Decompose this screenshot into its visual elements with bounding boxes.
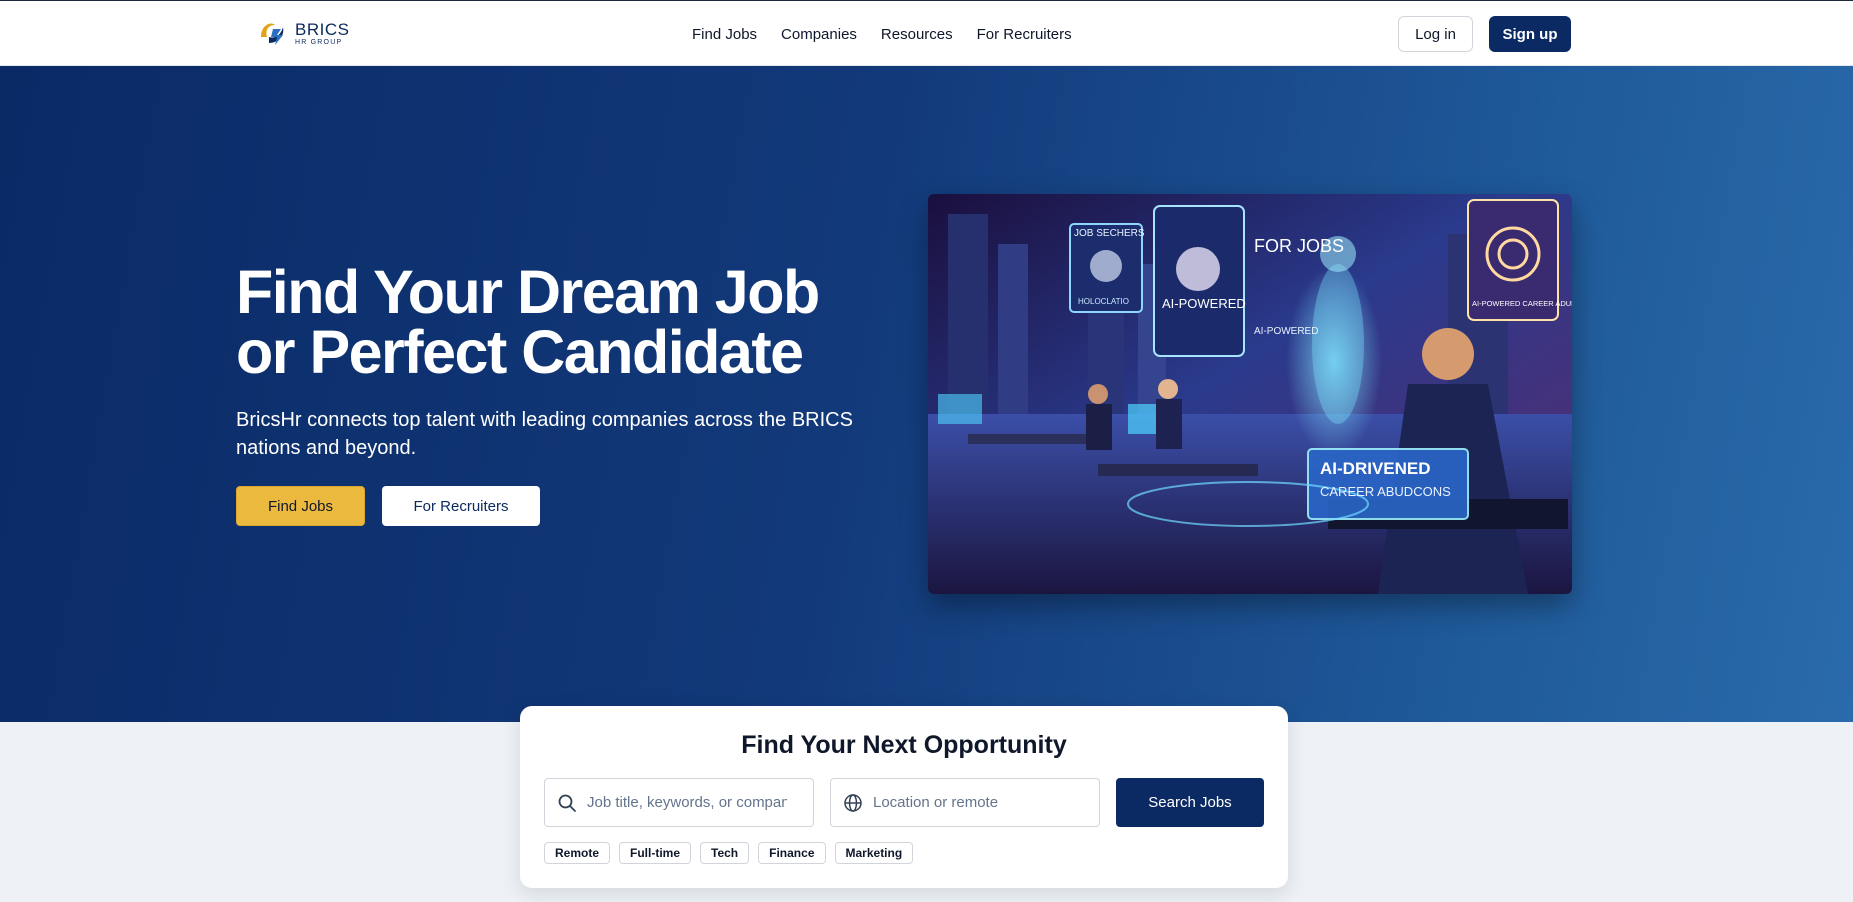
search-card: Find Your Next Opportunity Search Jobs R… [520, 706, 1288, 888]
tag-tech[interactable]: Tech [700, 842, 750, 864]
nav-for-recruiters[interactable]: For Recruiters [977, 26, 1072, 43]
nav-companies[interactable]: Companies [781, 26, 857, 43]
hero-find-jobs-button[interactable]: Find Jobs [236, 486, 365, 526]
nav-find-jobs[interactable]: Find Jobs [692, 26, 757, 43]
search-jobs-button[interactable]: Search Jobs [1116, 778, 1264, 827]
hero-title: Find Your Dream Job or Perfect Candidate [236, 262, 856, 383]
signup-button[interactable]: Sign up [1489, 16, 1571, 52]
search-icon [557, 793, 577, 813]
keyword-input[interactable] [587, 794, 787, 811]
location-field[interactable] [830, 778, 1100, 827]
img-text-career-sub: CAREER ABUDCONS [1320, 484, 1451, 499]
filter-tags: Remote Full-time Tech Finance Marketing [544, 842, 914, 864]
img-text-ai-powered: AI-POWERED [1162, 296, 1246, 311]
main-nav: Find Jobs Companies Resources For Recrui… [692, 1, 1072, 67]
img-text-ai-driven: AI-DRIVENED [1320, 459, 1431, 478]
hero-illustration: JOB SECHERS HOLOCLATIO AI-POWERED FOR JO… [928, 194, 1572, 594]
hero-title-line1: Find Your Dream Job [236, 258, 820, 326]
hero-subtitle: BricsHr connects top talent with leading… [236, 409, 853, 459]
img-text-for-jobs: FOR JOBS [1254, 236, 1344, 256]
hero-section: Find Your Dream Job or Perfect Candidate… [0, 66, 1853, 722]
img-text-ai-powered-small: AI-POWERED [1254, 326, 1318, 337]
search-title: Find Your Next Opportunity [741, 731, 1067, 759]
site-header: BRICS HR GROUP Find Jobs Companies Resou… [0, 0, 1853, 66]
brand-logo[interactable]: BRICS HR GROUP [255, 15, 349, 51]
tag-finance[interactable]: Finance [758, 842, 826, 864]
img-text-career-advisor: AI-POWERED CAREER ADULUGR [1472, 299, 1572, 308]
hero-title-line2: or Perfect Candidate [236, 318, 804, 386]
tag-marketing[interactable]: Marketing [834, 842, 914, 864]
tag-full-time[interactable]: Full-time [619, 842, 692, 864]
keyword-field[interactable] [544, 778, 814, 827]
logo-icon [255, 15, 291, 51]
nav-resources[interactable]: Resources [881, 26, 953, 43]
brand-tagline: HR GROUP [295, 38, 343, 46]
globe-icon [843, 793, 863, 813]
login-button[interactable]: Log in [1398, 16, 1473, 52]
hero-for-recruiters-button[interactable]: For Recruiters [382, 486, 540, 526]
img-text-job-seekers: JOB SECHERS [1074, 228, 1145, 239]
tag-remote[interactable]: Remote [544, 842, 611, 864]
brand-name: BRICS [295, 19, 350, 39]
img-text-holo: HOLOCLATIO [1078, 297, 1129, 306]
location-input[interactable] [873, 794, 1073, 811]
